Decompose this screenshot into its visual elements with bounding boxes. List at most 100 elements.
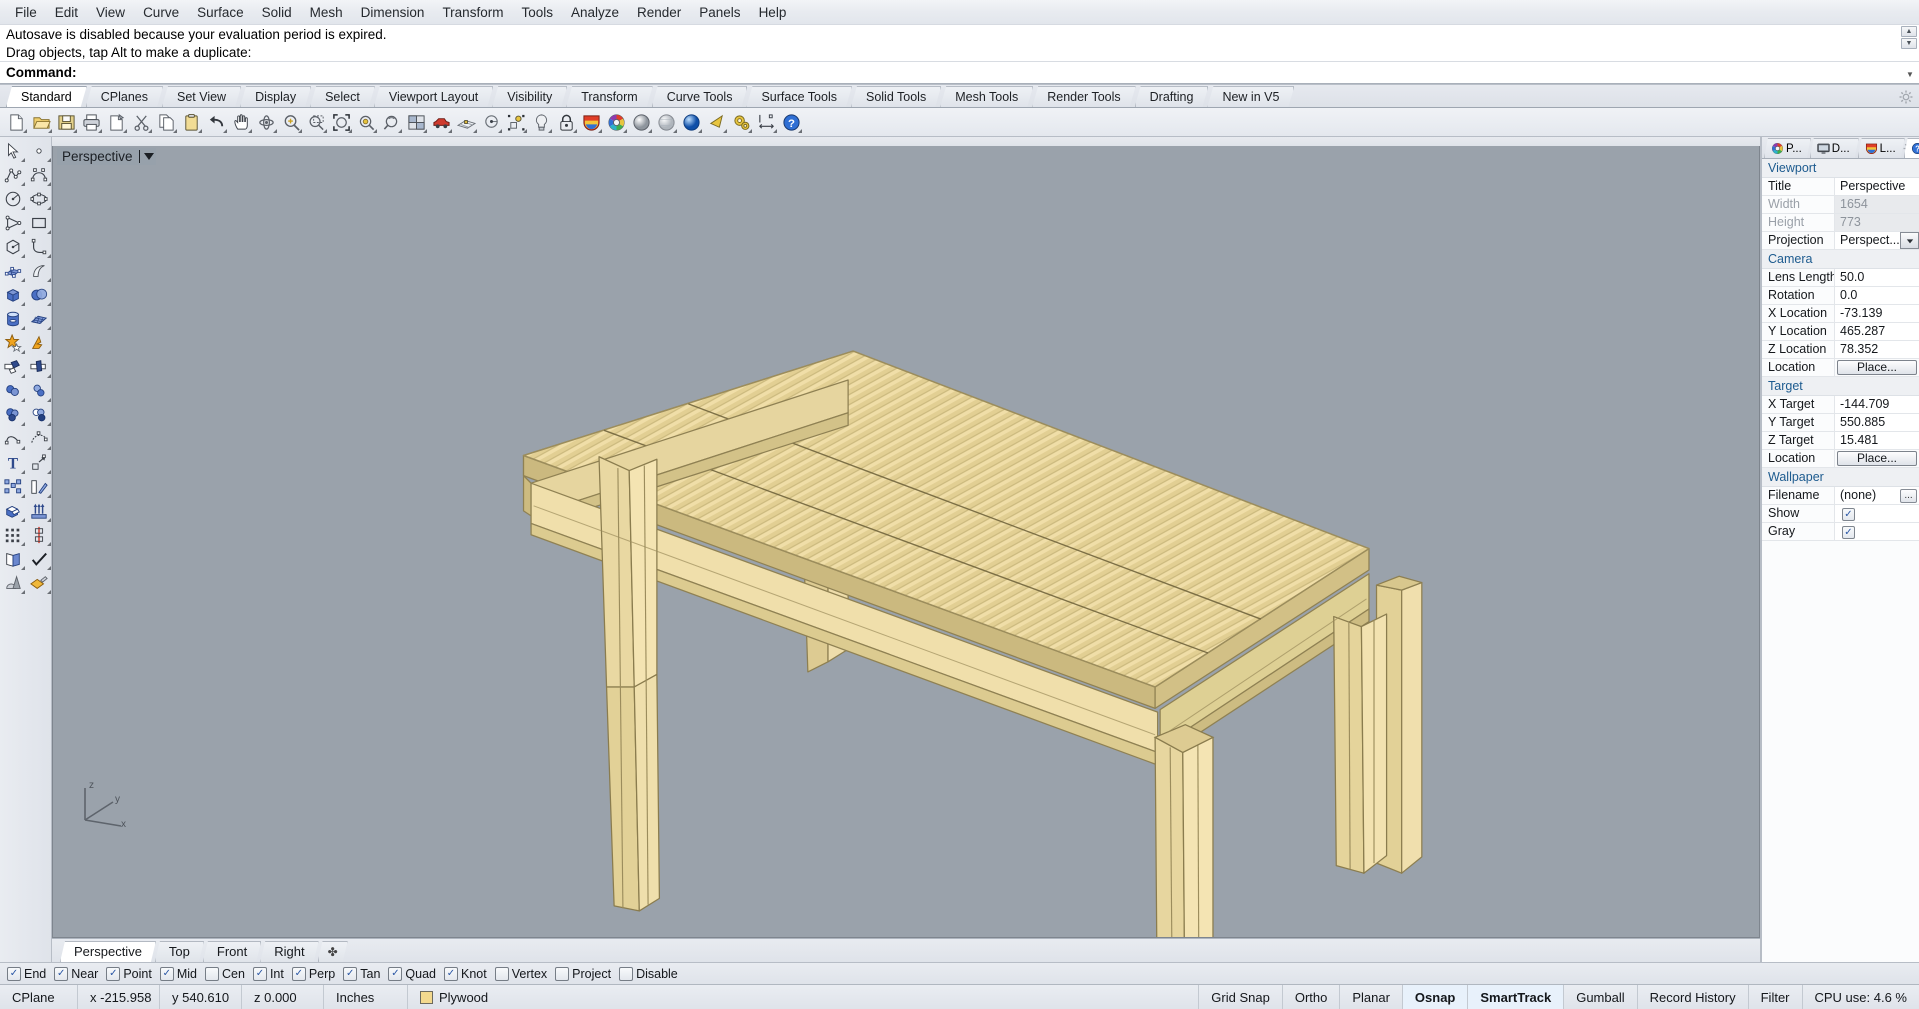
- sidebar-button-checkmark[interactable]: [26, 547, 52, 571]
- toolbar-button-new-file[interactable]: [4, 110, 29, 135]
- toolbar-button-cut-copy-page[interactable]: [104, 110, 129, 135]
- sidebar-button-boolean-split[interactable]: [26, 331, 52, 355]
- toolbar-button-scissors-cut[interactable]: [129, 110, 154, 135]
- place-button[interactable]: Place...: [1837, 451, 1917, 466]
- toolbar-button-zoom-window[interactable]: [304, 110, 329, 135]
- sidebar-button-surface-control-points[interactable]: [0, 259, 26, 283]
- toolbar-button-osnap-circle[interactable]: [479, 110, 504, 135]
- panel-row-value[interactable]: Perspect...: [1835, 232, 1919, 249]
- sidebar-button-surface-sweep[interactable]: [26, 259, 52, 283]
- checkbox[interactable]: [205, 966, 219, 981]
- toolbar-button-zoom-in-magnifier[interactable]: [279, 110, 304, 135]
- toolbar-tab-solid-tools[interactable]: Solid Tools: [851, 86, 941, 107]
- sidebar-button-scale-arrow[interactable]: [26, 451, 52, 475]
- status-gumball[interactable]: Gumball: [1564, 985, 1638, 1009]
- panel-row-value[interactable]: (none)...: [1835, 487, 1919, 504]
- sidebar-button-mesh-plane[interactable]: [26, 307, 52, 331]
- panel-row-value[interactable]: -144.709: [1835, 396, 1919, 413]
- status-cplane[interactable]: CPlane: [0, 985, 78, 1009]
- sidebar-button-blend-spheres[interactable]: [0, 403, 26, 427]
- panel-row-value[interactable]: 550.885: [1835, 414, 1919, 431]
- flyout-corner-icon[interactable]: [46, 590, 51, 594]
- toolbar-tab-curve-tools[interactable]: Curve Tools: [652, 86, 748, 107]
- viewport-tab-top[interactable]: Top: [155, 941, 204, 962]
- sidebar-button-polyline[interactable]: [0, 163, 26, 187]
- sidebar-button-array-objects[interactable]: [0, 475, 26, 499]
- toolbar-button-undo-arrow[interactable]: [204, 110, 229, 135]
- menu-item-solid[interactable]: Solid: [253, 2, 301, 23]
- osnap-toggle-end[interactable]: ✓ End: [6, 966, 53, 981]
- flyout-corner-icon[interactable]: [20, 398, 25, 402]
- checkbox[interactable]: ✓: [252, 966, 267, 981]
- gear-icon[interactable]: [1899, 90, 1913, 104]
- flyout-corner-icon[interactable]: [20, 470, 25, 474]
- toolbar-button-clipboard-paste[interactable]: [179, 110, 204, 135]
- flyout-corner-icon[interactable]: [423, 128, 427, 133]
- browse-file-button[interactable]: ...: [1900, 489, 1917, 503]
- toolbar-button-viewport-layout[interactable]: [404, 110, 429, 135]
- flyout-corner-icon[interactable]: [298, 128, 302, 133]
- toolbar-button-pan-hand[interactable]: [229, 110, 254, 135]
- status-cpu[interactable]: CPU use: 4.6 %: [1803, 985, 1919, 1009]
- flyout-corner-icon[interactable]: [398, 128, 402, 133]
- checkbox[interactable]: [494, 966, 509, 981]
- sidebar-button-point-pair[interactable]: [26, 379, 52, 403]
- flyout-corner-icon[interactable]: [46, 350, 51, 354]
- checkbox[interactable]: ✓: [291, 966, 306, 981]
- sidebar-button-circles-overlap[interactable]: [26, 403, 52, 427]
- sidebar-button-section[interactable]: [26, 523, 52, 547]
- flyout-corner-icon[interactable]: [748, 128, 752, 133]
- status-grid-snap[interactable]: Grid Snap: [1199, 985, 1283, 1009]
- osnap-toggle-mid[interactable]: ✓ Mid: [159, 966, 204, 981]
- status-units[interactable]: Inches: [324, 985, 408, 1009]
- flyout-corner-icon[interactable]: [20, 302, 25, 306]
- osnap-toggle-project[interactable]: Project: [554, 966, 618, 981]
- toolbar-button-color-wheel[interactable]: [604, 110, 629, 135]
- menu-item-panels[interactable]: Panels: [690, 2, 749, 23]
- panel-tab-help-question[interactable]: ?H...: [1904, 138, 1919, 158]
- flyout-corner-icon[interactable]: [373, 128, 377, 133]
- sidebar-button-grid-array[interactable]: [0, 523, 26, 547]
- toolbar-tab-new-in-v5[interactable]: New in V5: [1207, 86, 1294, 107]
- toolbar-tab-drafting[interactable]: Drafting: [1135, 86, 1209, 107]
- flyout-corner-icon[interactable]: [98, 128, 102, 133]
- toolbar-button-car-render[interactable]: [429, 110, 454, 135]
- flyout-corner-icon[interactable]: [46, 566, 51, 570]
- toolbar-tab-standard[interactable]: Standard: [6, 86, 87, 107]
- checkbox[interactable]: ✓: [106, 966, 121, 981]
- command-dropdown-icon[interactable]: ▼: [1903, 66, 1917, 82]
- osnap-toggle-vertex[interactable]: Vertex: [494, 966, 554, 981]
- toolbar-button-rendered-sphere[interactable]: [679, 110, 704, 135]
- panel-tab-layers-shield[interactable]: L...: [1858, 138, 1905, 158]
- viewport-tab-front[interactable]: Front: [203, 941, 261, 962]
- osnap-toggle-int[interactable]: ✓ Int: [252, 966, 291, 981]
- toolbar-button-help-question[interactable]: ?: [779, 110, 804, 135]
- command-history[interactable]: Autosave is disabled because your evalua…: [0, 25, 1919, 62]
- osnap-toggle-disable[interactable]: Disable: [618, 966, 685, 981]
- sidebar-button-arc-dots[interactable]: [26, 427, 52, 451]
- flyout-corner-icon[interactable]: [20, 278, 25, 282]
- toolbar-button-open-folder[interactable]: [29, 110, 54, 135]
- checkbox[interactable]: ✓: [159, 966, 174, 981]
- flyout-corner-icon[interactable]: [20, 230, 25, 234]
- toolbar-tab-render-tools[interactable]: Render Tools: [1032, 86, 1135, 107]
- toolbar-tab-viewport-layout[interactable]: Viewport Layout: [374, 86, 493, 107]
- toolbar-button-layers-shield[interactable]: [579, 110, 604, 135]
- panel-tab-color-wheel[interactable]: P...: [1764, 138, 1811, 158]
- toolbar-button-zoom-selected[interactable]: [354, 110, 379, 135]
- flyout-corner-icon[interactable]: [573, 128, 577, 133]
- checkbox[interactable]: ✓: [7, 966, 21, 981]
- flyout-corner-icon[interactable]: [46, 422, 51, 426]
- panel-row-value[interactable]: 50.0: [1835, 269, 1919, 286]
- sidebar-button-point-object[interactable]: [26, 139, 52, 163]
- flyout-corner-icon[interactable]: [73, 128, 77, 133]
- flyout-corner-icon[interactable]: [46, 326, 51, 330]
- add-viewport-tab-icon[interactable]: ✤: [318, 941, 348, 962]
- flyout-corner-icon[interactable]: [20, 158, 25, 162]
- checkbox[interactable]: ✓: [1842, 508, 1855, 521]
- menu-item-analyze[interactable]: Analyze: [562, 2, 628, 23]
- chevron-down-icon[interactable]: [143, 153, 154, 160]
- sidebar-button-text-tool[interactable]: T: [0, 451, 26, 475]
- sidebar-button-split[interactable]: [26, 355, 52, 379]
- osnap-toggle-cen[interactable]: Cen: [204, 966, 252, 981]
